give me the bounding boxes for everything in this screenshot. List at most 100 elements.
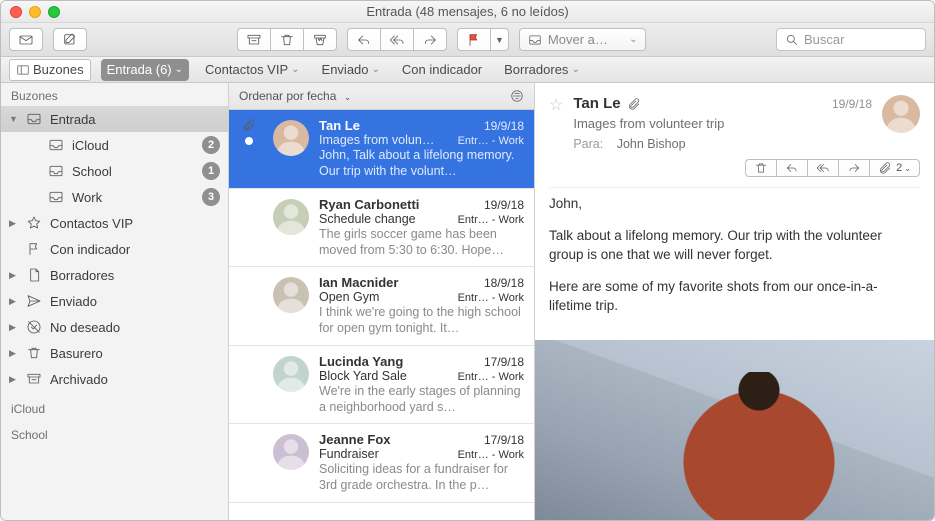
vip-star-icon[interactable]: ☆ bbox=[549, 95, 563, 151]
reader-image-attachment[interactable] bbox=[535, 340, 934, 521]
sort-label: Ordenar por fecha bbox=[239, 89, 336, 103]
search-placeholder: Buscar bbox=[804, 32, 844, 47]
avatar bbox=[273, 120, 309, 156]
fav-item-label: Contactos VIP bbox=[205, 62, 288, 77]
compose-button[interactable] bbox=[53, 28, 87, 51]
chevron-down-icon: ▼ bbox=[495, 35, 504, 45]
sidebar-item-label: No deseado bbox=[50, 320, 120, 335]
fav-item[interactable]: Con indicador bbox=[396, 59, 488, 81]
mailboxes-label: Buzones bbox=[33, 62, 84, 77]
fav-item[interactable]: Contactos VIP ⌄ bbox=[199, 59, 306, 81]
message-date: 17/9/18 bbox=[484, 433, 524, 447]
sidebar-account[interactable]: iCloud 2 bbox=[1, 132, 228, 158]
reply-all-button[interactable] bbox=[380, 28, 413, 51]
flag-menu-button[interactable]: ▼ bbox=[490, 28, 509, 51]
sidebar-item-star[interactable]: ▶ Contactos VIP bbox=[1, 210, 228, 236]
reader-reply-button[interactable] bbox=[776, 159, 807, 177]
sidebar-account[interactable]: Work 3 bbox=[1, 184, 228, 210]
unread-badge: 2 bbox=[202, 136, 220, 154]
fav-inbox-pill[interactable]: Entrada (6) ⌄ bbox=[101, 59, 189, 81]
reader-reply-all-button[interactable] bbox=[807, 159, 838, 177]
search-input[interactable]: Buscar bbox=[776, 28, 926, 51]
sidebar-section[interactable]: iCloud bbox=[1, 392, 228, 418]
chevron-down-icon: ⌄ bbox=[372, 64, 380, 75]
sidebar-section[interactable]: School bbox=[1, 418, 228, 444]
forward-button[interactable] bbox=[413, 28, 447, 51]
reader-forward-button[interactable] bbox=[838, 159, 869, 177]
fav-inbox-label: Entrada (6) bbox=[107, 62, 172, 77]
disclosure-triangle-icon[interactable]: ▶ bbox=[9, 218, 18, 229]
avatar bbox=[273, 277, 309, 313]
mailboxes-toggle-button[interactable]: Buzones bbox=[9, 59, 91, 81]
envelope-icon bbox=[18, 32, 34, 48]
disclosure-triangle-icon[interactable]: ▶ bbox=[9, 270, 18, 281]
message-row[interactable]: Lucinda Yang 17/9/18 Block Yard Sale Ent… bbox=[229, 346, 534, 425]
chevron-down-icon: ⌄ bbox=[291, 64, 299, 75]
sidebar-item-label: Enviado bbox=[50, 294, 97, 309]
junk-button[interactable] bbox=[303, 28, 337, 51]
message-row[interactable]: Jeanne Fox 17/9/18 Fundraiser Entr… - Wo… bbox=[229, 424, 534, 503]
sidebar-item-label: Borradores bbox=[50, 268, 114, 283]
sidebar-item-label: Basurero bbox=[50, 346, 103, 361]
message-list-header: Ordenar por fecha ⌄ bbox=[229, 83, 534, 110]
reader-subject: Images from volunteer trip bbox=[573, 112, 738, 131]
reader-attachments-button[interactable]: 2 ⌄ bbox=[869, 159, 920, 177]
junk-icon bbox=[312, 32, 328, 48]
sidebar-item-archive[interactable]: ▶ Archivado bbox=[1, 366, 228, 392]
disclosure-triangle-icon[interactable]: ▶ bbox=[9, 374, 18, 385]
sidebar-item-label: Work bbox=[72, 190, 102, 205]
fav-item-label: Con indicador bbox=[402, 62, 482, 77]
fav-item[interactable]: Borradores ⌄ bbox=[498, 59, 586, 81]
archive-icon bbox=[246, 32, 262, 48]
sidebar-item-label: School bbox=[72, 164, 112, 179]
message-reader: ☆ Tan Le 19/9/18 Images from volunteer t… bbox=[535, 83, 934, 521]
star-icon bbox=[24, 215, 44, 231]
message-mailbox: Entr… - Work bbox=[458, 449, 524, 461]
message-date: 19/9/18 bbox=[484, 119, 524, 133]
fav-item-label: Enviado bbox=[322, 62, 369, 77]
sidebar-item-trash[interactable]: ▶ Basurero bbox=[1, 340, 228, 366]
flag-group: ▼ bbox=[457, 28, 509, 51]
fav-item[interactable]: Enviado ⌄ bbox=[316, 59, 386, 81]
sidebar-inbox[interactable]: ▼ Entrada bbox=[1, 106, 228, 132]
message-preview: Soliciting ideas for a fundraiser for 3r… bbox=[319, 461, 524, 494]
chevron-down-icon: ⌄ bbox=[175, 64, 183, 75]
message-sender: Ian Macnider bbox=[319, 275, 398, 290]
reply-group bbox=[347, 28, 447, 51]
sidebar-item-junk[interactable]: ▶ No deseado bbox=[1, 314, 228, 340]
inbox-icon bbox=[46, 163, 66, 179]
sidebar-item-flag[interactable]: ▶ Con indicador bbox=[1, 236, 228, 262]
message-subject: Images from volun… bbox=[319, 133, 434, 147]
disclosure-triangle-icon[interactable]: ▼ bbox=[9, 114, 18, 124]
reader-paragraph: John, bbox=[549, 194, 920, 214]
filter-button[interactable] bbox=[510, 89, 524, 103]
forward-icon bbox=[847, 161, 861, 175]
message-mailbox: Entr… - Work bbox=[458, 292, 524, 304]
sidebar-item-doc[interactable]: ▶ Borradores bbox=[1, 262, 228, 288]
filter-icon bbox=[510, 89, 524, 103]
message-row[interactable]: Ryan Carbonetti 19/9/18 Schedule change … bbox=[229, 189, 534, 268]
flag-button[interactable] bbox=[457, 28, 490, 51]
archive-button[interactable] bbox=[237, 28, 270, 51]
move-to-dropdown[interactable]: Mover a… ⌄ bbox=[519, 28, 647, 51]
delete-button[interactable] bbox=[270, 28, 303, 51]
junk-icon bbox=[24, 319, 44, 335]
disclosure-triangle-icon[interactable]: ▶ bbox=[9, 348, 18, 359]
message-sender: Lucinda Yang bbox=[319, 354, 403, 369]
disclosure-triangle-icon[interactable]: ▶ bbox=[9, 296, 18, 307]
reader-delete-button[interactable] bbox=[745, 159, 776, 177]
disclosure-triangle-icon[interactable]: ▶ bbox=[9, 322, 18, 333]
message-row[interactable]: Tan Le 19/9/18 Images from volun… Entr… … bbox=[229, 110, 534, 189]
message-row[interactable]: Ian Macnider 18/9/18 Open Gym Entr… - Wo… bbox=[229, 267, 534, 346]
sidebar-item-send[interactable]: ▶ Enviado bbox=[1, 288, 228, 314]
forward-icon bbox=[422, 32, 438, 48]
get-mail-button[interactable] bbox=[9, 28, 43, 51]
reply-button[interactable] bbox=[347, 28, 380, 51]
inbox-icon bbox=[528, 33, 542, 47]
sidebar-account[interactable]: School 1 bbox=[1, 158, 228, 184]
attachment-icon bbox=[627, 97, 641, 111]
message-date: 18/9/18 bbox=[484, 276, 524, 290]
send-icon bbox=[24, 293, 44, 309]
sort-button[interactable]: Ordenar por fecha ⌄ bbox=[239, 89, 351, 103]
attachment-count: 2 bbox=[896, 162, 902, 174]
